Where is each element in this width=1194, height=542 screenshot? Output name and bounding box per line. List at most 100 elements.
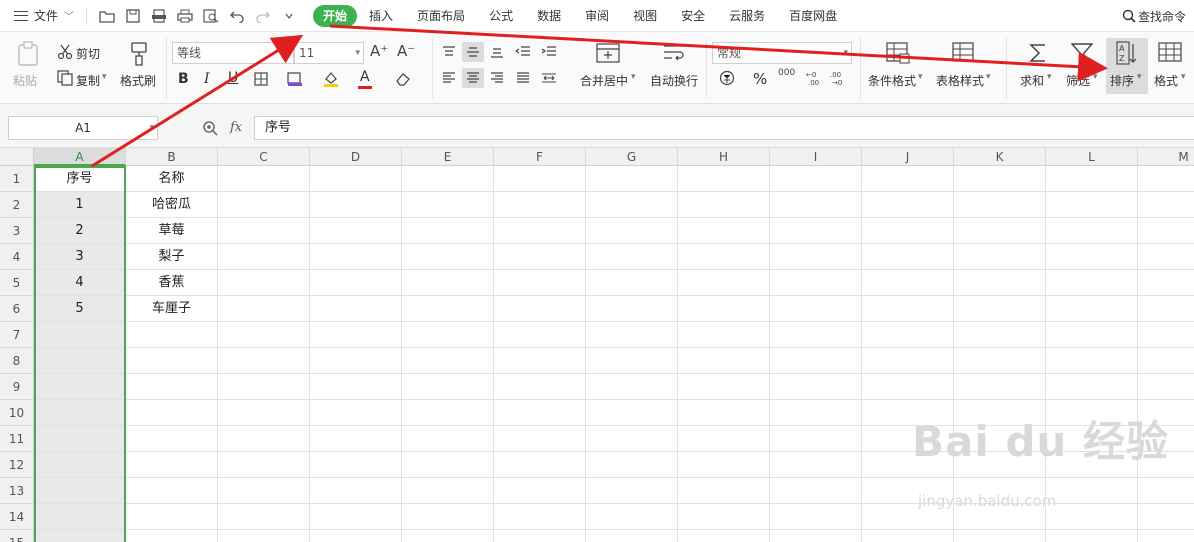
cell-a6[interactable]: 5	[34, 296, 126, 322]
cell-g11[interactable]	[586, 426, 678, 452]
merge-dropdown-icon[interactable]: ▾	[631, 72, 636, 82]
cell-e6[interactable]	[402, 296, 494, 322]
cell-j15[interactable]	[862, 530, 954, 542]
cell-b7[interactable]	[126, 322, 218, 348]
cell-d9[interactable]	[310, 374, 402, 400]
cell-j5[interactable]	[862, 270, 954, 296]
cell-k2[interactable]	[954, 192, 1046, 218]
cell-m15[interactable]	[1138, 530, 1194, 542]
cell-g2[interactable]	[586, 192, 678, 218]
cell-h5[interactable]	[678, 270, 770, 296]
row-header-12[interactable]: 12	[0, 452, 34, 478]
cell-k1[interactable]	[954, 166, 1046, 192]
cell-g8[interactable]	[586, 348, 678, 374]
cell-i3[interactable]	[770, 218, 862, 244]
cell-b2[interactable]: 哈密瓜	[126, 192, 218, 218]
currency-icon[interactable]	[716, 68, 738, 88]
decrease-decimal-icon[interactable]: .00 →0	[828, 68, 850, 88]
cell-a10[interactable]	[34, 400, 126, 426]
zoom-magnifier-icon[interactable]	[202, 120, 218, 139]
cell-l8[interactable]	[1046, 348, 1138, 374]
cell-g7[interactable]	[586, 322, 678, 348]
cell-l5[interactable]	[1046, 270, 1138, 296]
tab-baidu-netdisk[interactable]: 百度网盘	[777, 5, 849, 27]
cell-b4[interactable]: 梨子	[126, 244, 218, 270]
row-header-7[interactable]: 7	[0, 322, 34, 348]
cell-i11[interactable]	[770, 426, 862, 452]
cell-i2[interactable]	[770, 192, 862, 218]
wrap-text-button[interactable]: 自动换行	[650, 72, 698, 89]
cell-e8[interactable]	[402, 348, 494, 374]
cell-h7[interactable]	[678, 322, 770, 348]
cell-a4[interactable]: 3	[34, 244, 126, 270]
increase-decimal-icon[interactable]: ←0.00	[804, 68, 826, 88]
column-header-f[interactable]: F	[494, 148, 586, 166]
cell-i8[interactable]	[770, 348, 862, 374]
sum-icon[interactable]	[1024, 40, 1052, 66]
cell-m5[interactable]	[1138, 270, 1194, 296]
cell-d3[interactable]	[310, 218, 402, 244]
cell-g1[interactable]	[586, 166, 678, 192]
cell-h11[interactable]	[678, 426, 770, 452]
cell-b5[interactable]: 香蕉	[126, 270, 218, 296]
cell-h12[interactable]	[678, 452, 770, 478]
column-header-g[interactable]: G	[586, 148, 678, 166]
sum-button[interactable]: 求和	[1020, 72, 1044, 89]
cell-f11[interactable]	[494, 426, 586, 452]
cell-d5[interactable]	[310, 270, 402, 296]
column-header-e[interactable]: E	[402, 148, 494, 166]
cell-a3[interactable]: 2	[34, 218, 126, 244]
tab-security[interactable]: 安全	[669, 5, 717, 27]
cell-i13[interactable]	[770, 478, 862, 504]
tab-insert[interactable]: 插入	[357, 5, 405, 27]
chevron-down-icon[interactable]: ▾	[1093, 72, 1098, 82]
cell-h15[interactable]	[678, 530, 770, 542]
cell-m4[interactable]	[1138, 244, 1194, 270]
chevron-down-icon[interactable]: ▾	[1047, 72, 1052, 82]
cell-l4[interactable]	[1046, 244, 1138, 270]
cell-a1[interactable]: 序号	[34, 166, 126, 192]
increase-indent-icon[interactable]	[538, 42, 560, 62]
chevron-down-icon[interactable]: ▾	[986, 72, 991, 82]
row-header-14[interactable]: 14	[0, 504, 34, 530]
cell-h3[interactable]	[678, 218, 770, 244]
cell-l15[interactable]	[1046, 530, 1138, 542]
file-menu[interactable]: 文件 ﹀	[0, 0, 82, 32]
cell-f5[interactable]	[494, 270, 586, 296]
cell-c12[interactable]	[218, 452, 310, 478]
cell-a2[interactable]: 1	[34, 192, 126, 218]
cell-c10[interactable]	[218, 400, 310, 426]
italic-icon[interactable]: I	[204, 71, 210, 87]
cell-e10[interactable]	[402, 400, 494, 426]
cell-g6[interactable]	[586, 296, 678, 322]
cell-g14[interactable]	[586, 504, 678, 530]
cell-b3[interactable]: 草莓	[126, 218, 218, 244]
cell-j4[interactable]	[862, 244, 954, 270]
distributed-align-icon[interactable]	[538, 68, 560, 88]
column-header-c[interactable]: C	[218, 148, 310, 166]
cell-m3[interactable]	[1138, 218, 1194, 244]
table-style-icon[interactable]	[950, 40, 978, 66]
customize-dropdown-icon[interactable]	[277, 4, 301, 28]
cell-b1[interactable]: 名称	[126, 166, 218, 192]
cell-b14[interactable]	[126, 504, 218, 530]
row-header-9[interactable]: 9	[0, 374, 34, 400]
cell-c13[interactable]	[218, 478, 310, 504]
cell-f1[interactable]	[494, 166, 586, 192]
cell-i14[interactable]	[770, 504, 862, 530]
cell-b13[interactable]	[126, 478, 218, 504]
row-header-6[interactable]: 6	[0, 296, 34, 322]
cell-a9[interactable]	[34, 374, 126, 400]
row-header-11[interactable]: 11	[0, 426, 34, 452]
cell-c8[interactable]	[218, 348, 310, 374]
cell-a15[interactable]	[34, 530, 126, 542]
column-header-l[interactable]: L	[1046, 148, 1138, 166]
cell-d4[interactable]	[310, 244, 402, 270]
align-top-icon[interactable]	[438, 42, 460, 62]
number-format-select[interactable]: 常规 ▾	[712, 42, 852, 64]
align-left-icon[interactable]	[438, 68, 460, 88]
column-header-b[interactable]: B	[126, 148, 218, 166]
paste-button[interactable]: 粘贴	[13, 72, 37, 89]
format-painter-button[interactable]: 格式刷	[120, 72, 156, 89]
cell-e14[interactable]	[402, 504, 494, 530]
